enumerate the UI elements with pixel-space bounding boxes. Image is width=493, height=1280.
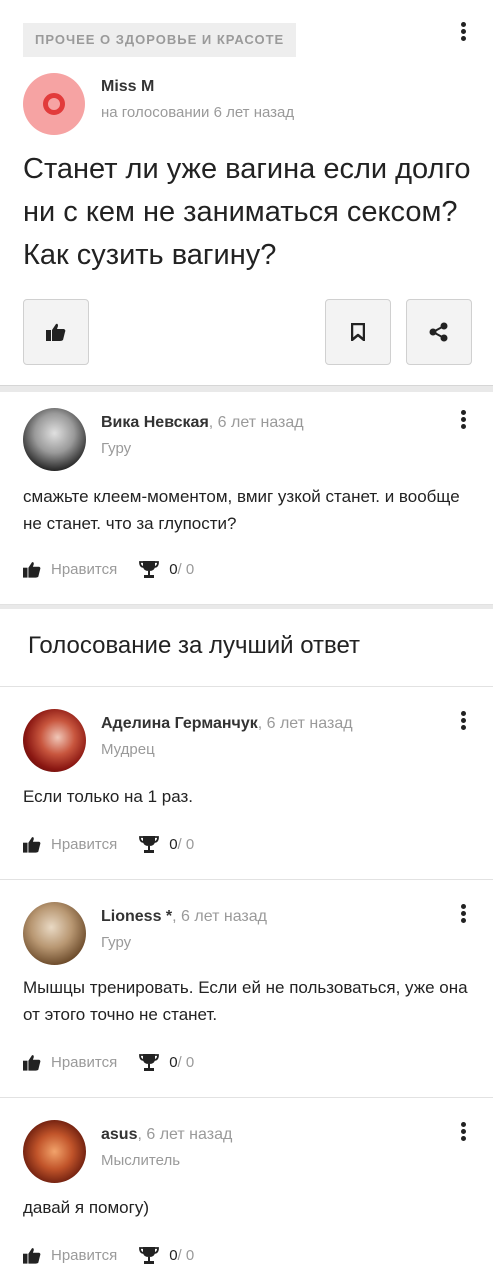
- answer-text: Если только на 1 раз.: [23, 787, 194, 806]
- answer-actions: Нравится 0 / 0: [23, 1244, 194, 1266]
- answer-text: Мышцы тренировать. Если ей не пользовать…: [23, 978, 468, 1024]
- section-title: Голосование за лучший ответ: [0, 609, 493, 687]
- like-button[interactable]: Нравится: [23, 1054, 117, 1071]
- author-rank: Мыслитель: [101, 1152, 181, 1169]
- question-menu-icon[interactable]: [455, 22, 471, 44]
- answer-menu-icon[interactable]: [455, 410, 471, 432]
- like-button[interactable]: Нравится: [23, 561, 117, 578]
- trophy-icon: [139, 836, 160, 853]
- answer-actions: Нравится 0 / 0: [23, 833, 194, 855]
- share-icon: [429, 322, 448, 342]
- score-total: / 0: [177, 1246, 195, 1264]
- question-title: Станет ли уже вагина если долго ни с кем…: [23, 153, 471, 271]
- avatar-ring-icon: [43, 93, 65, 115]
- answer-card: Аделина Германчук, 6 лет назад Мудрец Ес…: [0, 687, 493, 880]
- avatar[interactable]: [23, 902, 86, 965]
- question-meta: на голосовании 6 лет назад: [101, 104, 295, 121]
- answer-card: asus, 6 лет назад Мыслитель давай я помо…: [0, 1098, 493, 1280]
- answer-time: , 6 лет назад: [172, 908, 267, 925]
- score-value: 0: [169, 560, 178, 578]
- trophy-icon: [139, 1247, 160, 1264]
- score-value: 0: [169, 835, 178, 853]
- question-author[interactable]: Miss M: [101, 78, 154, 96]
- avatar[interactable]: [23, 408, 86, 471]
- category-badge[interactable]: ПРОЧЕЕ О ЗДОРОВЬЕ И КРАСОТЕ: [23, 23, 297, 57]
- answer-text: смажьте клеем-моментом, вмиг узкой стане…: [23, 487, 460, 533]
- answer-actions: Нравится 0 / 0: [23, 558, 194, 580]
- answer-actions: Нравится 0 / 0: [23, 1051, 194, 1073]
- author-rank: Гуру: [101, 934, 132, 951]
- thumbs-up-icon: [46, 323, 66, 341]
- answer-menu-icon[interactable]: [455, 904, 471, 926]
- avatar[interactable]: [23, 709, 86, 772]
- author-name[interactable]: Аделина Германчук: [101, 715, 258, 732]
- like-label: Нравится: [51, 560, 118, 578]
- avatar[interactable]: [23, 1120, 86, 1183]
- like-label: Нравится: [51, 1246, 118, 1264]
- answer-author: Аделина Германчук, 6 лет назад: [101, 715, 353, 733]
- like-label: Нравится: [51, 1053, 118, 1071]
- answer-author: asus, 6 лет назад: [101, 1126, 232, 1144]
- answer-card: Lioness *, 6 лет назад Гуру Мышцы тренир…: [0, 880, 493, 1098]
- thumbs-up-icon: [23, 1247, 41, 1264]
- bookmark-icon: [351, 323, 365, 341]
- answer-author: Вика Невская, 6 лет назад: [101, 414, 304, 432]
- thumbs-up-icon: [23, 561, 41, 578]
- author-name[interactable]: asus: [101, 1126, 137, 1143]
- like-label: Нравится: [51, 835, 118, 853]
- avatar[interactable]: [23, 73, 85, 135]
- author-rank: Мудрец: [101, 741, 155, 758]
- author-rank: Гуру: [101, 440, 132, 457]
- answer-time: , 6 лет назад: [208, 414, 304, 431]
- thumbs-up-icon: [23, 1054, 41, 1071]
- score-total: / 0: [177, 835, 195, 853]
- trophy-icon: [139, 1054, 160, 1071]
- author-name[interactable]: Lioness *: [101, 908, 172, 925]
- answer-text: давай я помогу): [23, 1198, 149, 1217]
- voting-section: Голосование за лучший ответ Аделина Герм…: [0, 609, 493, 1280]
- question-card: ПРОЧЕЕ О ЗДОРОВЬЕ И КРАСОТЕ Miss M на го…: [0, 0, 493, 386]
- answer-menu-icon[interactable]: [455, 1122, 471, 1144]
- score-total: / 0: [177, 1053, 195, 1071]
- best-answer-score: 0 / 0: [139, 1053, 194, 1071]
- like-question-button[interactable]: [23, 299, 89, 365]
- share-button[interactable]: [406, 299, 472, 365]
- trophy-icon: [139, 561, 160, 578]
- answer-time: , 6 лет назад: [137, 1126, 233, 1143]
- bookmark-button[interactable]: [325, 299, 391, 365]
- like-button[interactable]: Нравится: [23, 1247, 117, 1264]
- best-answer-score: 0 / 0: [139, 1246, 194, 1264]
- best-answer-score: 0 / 0: [139, 835, 194, 853]
- score-value: 0: [169, 1053, 178, 1071]
- best-answer-score: 0 / 0: [139, 560, 194, 578]
- answer-card: Вика Невская, 6 лет назад Гуру смажьте к…: [0, 392, 493, 605]
- score-total: / 0: [177, 560, 195, 578]
- thumbs-up-icon: [23, 836, 41, 853]
- answer-menu-icon[interactable]: [455, 711, 471, 733]
- score-value: 0: [169, 1246, 178, 1264]
- like-button[interactable]: Нравится: [23, 836, 117, 853]
- answer-author: Lioness *, 6 лет назад: [101, 908, 267, 926]
- answer-time: , 6 лет назад: [257, 715, 353, 732]
- author-name[interactable]: Вика Невская: [101, 414, 209, 431]
